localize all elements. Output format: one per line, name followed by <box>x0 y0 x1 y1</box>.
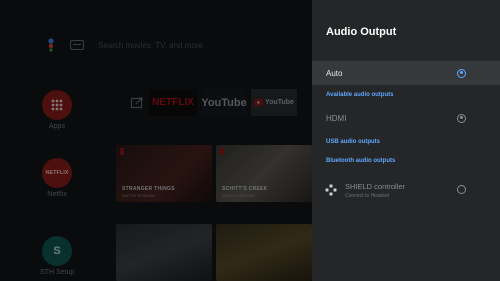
radio-selected-icon[interactable] <box>457 68 466 78</box>
home-screen-background: Search movies, TV, and more Apps NETFLIX… <box>0 0 312 281</box>
section-available-outputs: Available audio outputs <box>326 92 394 98</box>
apps-grid-icon <box>42 90 72 120</box>
microphone-icon[interactable] <box>46 37 56 53</box>
option-hdmi-label: HDMI <box>326 113 347 123</box>
netflix-tile[interactable]: NETFLIX <box>149 89 197 116</box>
apps-shortcut[interactable]: Apps <box>40 90 74 130</box>
gamepad-icon <box>325 184 337 196</box>
recommendation-tile[interactable] <box>216 224 312 281</box>
youtube-play-icon <box>254 99 264 106</box>
favorite-apps-row: NETFLIX YouTube YouTube <box>130 89 297 116</box>
search-placeholder: Search movies, TV, and more <box>98 40 203 50</box>
section-bluetooth-outputs: Bluetooth audio outputs <box>326 158 396 164</box>
section-usb-outputs: USB audio outputs <box>326 139 380 145</box>
radio-controller-icon[interactable] <box>457 185 466 194</box>
input-source-icon[interactable] <box>130 96 144 110</box>
tile-art-subtext: WATCH EPISODE <box>122 193 156 198</box>
tile-art-text: STRANGER THINGS <box>122 186 175 192</box>
tile-art-subtext: WATCH EPISODE <box>222 193 256 198</box>
recommendation-tile[interactable]: SCHITT'S CREEK WATCH EPISODE <box>216 145 312 202</box>
controller-subtitle: Connect to Headset <box>345 193 390 199</box>
recommendation-tile[interactable] <box>116 224 212 281</box>
panel-title: Audio Output <box>326 26 397 38</box>
search-bar[interactable]: Search movies, TV, and more <box>46 36 203 54</box>
audio-output-panel: Audio Output Auto Available audio output… <box>312 0 500 281</box>
option-hdmi[interactable]: HDMI <box>312 106 500 130</box>
option-auto-label: Auto <box>326 68 343 78</box>
netflix-label: Netflix <box>47 191 67 198</box>
netflix-logo-icon: NETFLIX <box>42 158 72 188</box>
recommendation-tile[interactable]: STRANGER THINGS WATCH EPISODE <box>116 145 212 202</box>
radio-hdmi-icon[interactable] <box>457 113 466 123</box>
sth-setup-label: STH Setup <box>40 269 75 276</box>
sth-setup-shortcut[interactable]: S STH Setup <box>40 236 74 276</box>
option-shield-controller[interactable]: SHIELD controller Connect to Headset <box>312 176 500 204</box>
netflix-badge-icon <box>220 148 224 155</box>
controller-title: SHIELD controller <box>345 182 406 191</box>
youtube-tile[interactable]: YouTube <box>201 89 247 116</box>
netflix-recommendations-row: STRANGER THINGS WATCH EPISODE SCHITT'S C… <box>116 145 312 202</box>
apps-label: Apps <box>49 123 65 130</box>
option-auto[interactable]: Auto <box>312 61 500 85</box>
recommendations-row-2 <box>116 224 312 281</box>
netflix-badge-icon <box>120 148 124 155</box>
sth-setup-icon: S <box>42 236 72 266</box>
youtube-second-tile[interactable]: YouTube <box>251 89 297 116</box>
keyboard-icon[interactable] <box>70 40 84 50</box>
netflix-app-shortcut[interactable]: NETFLIX Netflix <box>40 158 74 198</box>
tile-art-text: SCHITT'S CREEK <box>222 186 268 192</box>
